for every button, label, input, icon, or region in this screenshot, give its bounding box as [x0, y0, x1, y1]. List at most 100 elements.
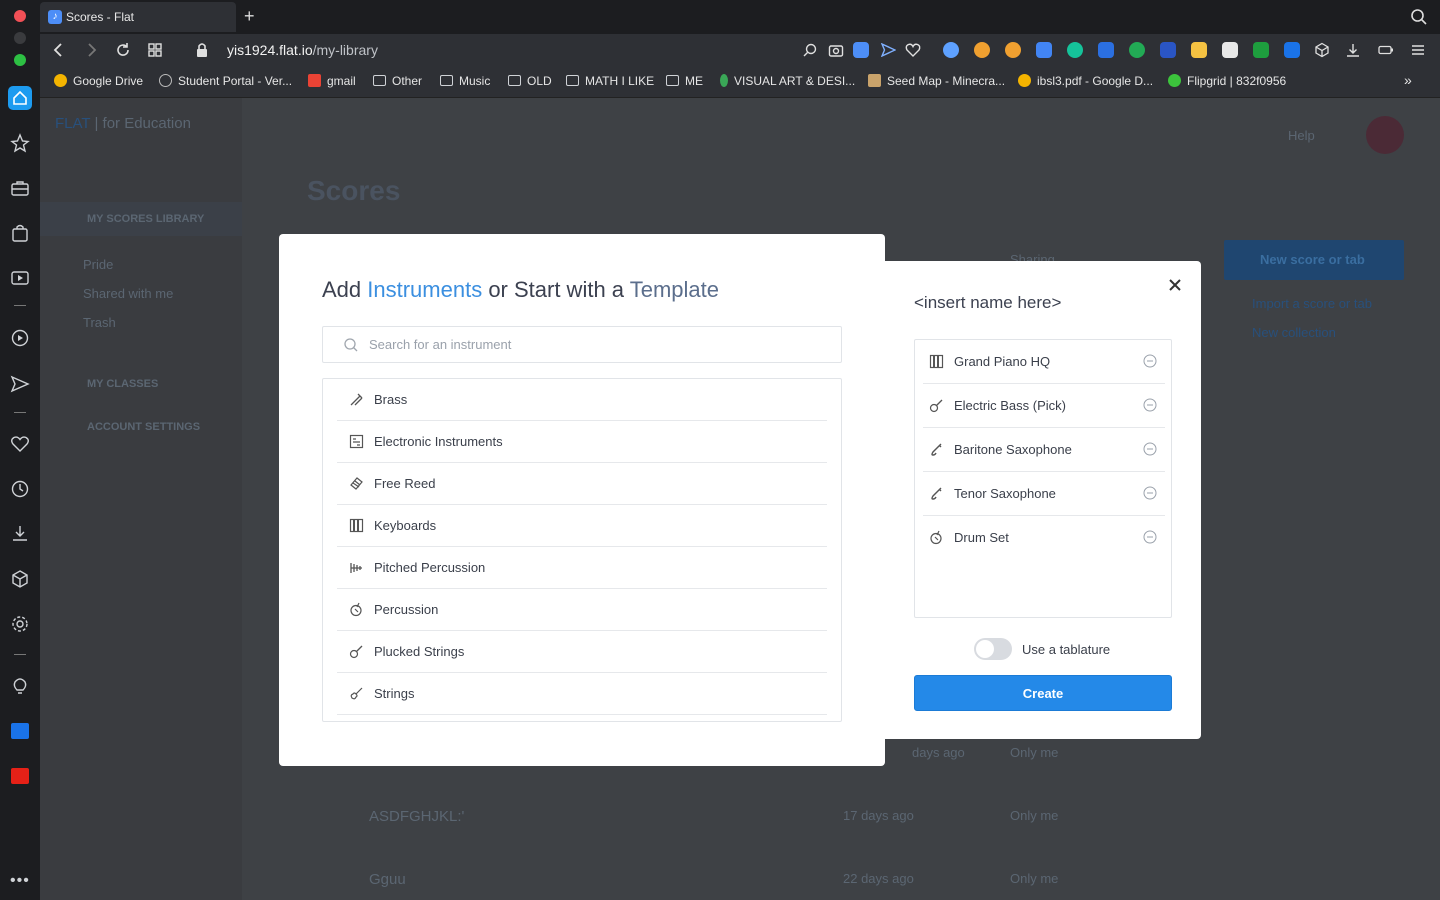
- menu-icon[interactable]: [1410, 42, 1426, 58]
- folder-trash[interactable]: Trash: [83, 315, 116, 330]
- help-link[interactable]: Help: [1288, 128, 1315, 143]
- heart-icon[interactable]: [10, 434, 30, 454]
- bookmark-folder-math[interactable]: MATH I LIKE: [566, 74, 654, 88]
- bookmark-ibsl3[interactable]: ibsl3.pdf - Google D...: [1018, 74, 1153, 88]
- on-extension-icon[interactable]: [1284, 42, 1300, 58]
- bookmark-heart-icon[interactable]: [905, 42, 921, 58]
- selected-instrument[interactable]: Tenor Saxophone: [923, 472, 1165, 516]
- shopping-bag-icon[interactable]: [10, 223, 30, 243]
- avatar[interactable]: [1366, 116, 1404, 154]
- download-icon[interactable]: [1345, 42, 1361, 58]
- send-icon[interactable]: [10, 374, 30, 394]
- library-nav-item[interactable]: MY SCORES LIBRARY: [40, 202, 242, 236]
- my-classes-item[interactable]: MY CLASSES: [87, 378, 158, 390]
- category-brass[interactable]: Brass: [337, 379, 827, 421]
- bookmark-folder-music[interactable]: Music: [440, 74, 490, 88]
- settings-gear-icon[interactable]: [10, 614, 30, 634]
- sheets-extension-icon[interactable]: [1253, 42, 1269, 58]
- new-collection-link[interactable]: New collection: [1252, 325, 1336, 340]
- reload-icon[interactable]: [114, 41, 132, 59]
- search-page-icon[interactable]: [802, 42, 818, 58]
- bookmark-folder-old[interactable]: OLD: [508, 74, 552, 88]
- bookmark-flipgrid[interactable]: Flipgrid | 832f0956: [1168, 74, 1286, 88]
- tablature-toggle[interactable]: [974, 638, 1012, 660]
- category-keyboards[interactable]: Keyboards: [337, 505, 827, 547]
- downloads-icon[interactable]: [10, 523, 30, 543]
- player-icon[interactable]: [10, 268, 30, 288]
- search-tabs-icon[interactable]: [1410, 8, 1428, 26]
- url-field[interactable]: yis1924.flat.io/my-library: [227, 42, 378, 58]
- green-extension-icon[interactable]: [1129, 42, 1145, 58]
- instrument-search-input[interactable]: [369, 327, 829, 362]
- tab-grid-icon[interactable]: [146, 41, 164, 59]
- more-bookmarks-icon[interactable]: »: [1404, 72, 1412, 88]
- lightbulb-icon[interactable]: [10, 676, 30, 696]
- score-name-title[interactable]: <insert name here>: [914, 293, 1061, 313]
- window-maximize-button[interactable]: [14, 54, 26, 66]
- selected-instrument[interactable]: Grand Piano HQ: [923, 340, 1165, 384]
- diamond-extension-icon[interactable]: [943, 42, 959, 58]
- bookmark-folder-me[interactable]: ME: [666, 74, 703, 88]
- forward-icon[interactable]: [82, 41, 100, 59]
- remove-instrument-icon[interactable]: [1143, 398, 1157, 412]
- score-name[interactable]: Gguu: [369, 871, 406, 888]
- back-icon[interactable]: [50, 41, 68, 59]
- shield-extension-icon[interactable]: [853, 42, 869, 58]
- window-close-button[interactable]: [14, 10, 26, 22]
- bookmark-student-portal[interactable]: Student Portal - Ver...: [159, 74, 292, 88]
- cube-icon[interactable]: [1314, 42, 1330, 58]
- extensions-cube-icon[interactable]: [10, 569, 30, 589]
- send-tab-icon[interactable]: [880, 42, 896, 58]
- close-icon[interactable]: [1167, 277, 1183, 293]
- battery-icon[interactable]: [1378, 42, 1394, 58]
- category-free-reed[interactable]: Free Reed: [337, 463, 827, 505]
- category-percussion[interactable]: Percussion: [337, 589, 827, 631]
- owl-extension-icon[interactable]: [974, 42, 990, 58]
- bookmark-seed-map[interactable]: Seed Map - Minecra...: [868, 74, 1005, 88]
- remove-instrument-icon[interactable]: [1143, 442, 1157, 456]
- remove-instrument-icon[interactable]: [1143, 486, 1157, 500]
- snapshot-camera-icon[interactable]: [828, 42, 844, 58]
- briefcase-icon[interactable]: [10, 178, 30, 198]
- thumbs-up-extension-icon[interactable]: [1191, 42, 1207, 58]
- remove-instrument-icon[interactable]: [1143, 354, 1157, 368]
- account-settings-item[interactable]: ACCOUNT SETTINGS: [87, 421, 200, 433]
- category-strings[interactable]: Strings: [337, 673, 827, 715]
- grammarly-icon[interactable]: [1067, 42, 1083, 58]
- new-tab-button[interactable]: +: [244, 6, 255, 26]
- blue-extension-icon[interactable]: [1160, 42, 1176, 58]
- category-plucked-strings[interactable]: Plucked Strings: [337, 631, 827, 673]
- selected-instrument[interactable]: Baritone Saxophone: [923, 428, 1165, 472]
- pinboards-icon[interactable]: [10, 133, 30, 153]
- template-tab[interactable]: Template: [630, 277, 719, 302]
- new-score-button[interactable]: New score or tab: [1224, 240, 1404, 280]
- messenger-icon[interactable]: [10, 328, 30, 348]
- flat-logo[interactable]: FLAT | for Education: [55, 115, 191, 132]
- home-button[interactable]: [8, 86, 32, 110]
- browser-tab[interactable]: ♪ Scores - Flat: [40, 2, 236, 32]
- history-icon[interactable]: [10, 479, 30, 499]
- remove-instrument-icon[interactable]: [1143, 530, 1157, 544]
- import-score-link[interactable]: Import a score or tab: [1252, 296, 1372, 311]
- score-name[interactable]: ASDFGHJKL:': [369, 808, 464, 825]
- instruments-tab[interactable]: Instruments: [367, 277, 482, 302]
- category-electronic[interactable]: Electronic Instruments: [337, 421, 827, 463]
- category-pitched-percussion[interactable]: Pitched Percussion: [337, 547, 827, 589]
- window-minimize-button[interactable]: [14, 32, 26, 44]
- bookmark-folder-other[interactable]: Other: [373, 74, 422, 88]
- create-button[interactable]: Create: [914, 675, 1172, 711]
- read-aloud-icon[interactable]: [1098, 42, 1114, 58]
- selected-instrument[interactable]: Electric Bass (Pick): [923, 384, 1165, 428]
- bookmark-gmail[interactable]: gmail: [308, 74, 356, 88]
- selected-instrument[interactable]: Drum Set: [923, 516, 1165, 560]
- owl-extension-2-icon[interactable]: [1005, 42, 1021, 58]
- bookmark-google-drive[interactable]: Google Drive: [54, 74, 143, 88]
- more-options-icon[interactable]: •••: [10, 872, 30, 890]
- bookmark-visual-art[interactable]: VISUAL ART & DESI...: [720, 74, 855, 88]
- folder-shared[interactable]: Shared with me: [83, 286, 173, 301]
- folder-pride[interactable]: Pride: [83, 257, 113, 272]
- translate-extension-icon[interactable]: [11, 723, 29, 739]
- page-extension-icon[interactable]: [1222, 42, 1238, 58]
- youtube-extension-icon[interactable]: [11, 768, 29, 784]
- translate-extension-icon[interactable]: [1036, 42, 1052, 58]
